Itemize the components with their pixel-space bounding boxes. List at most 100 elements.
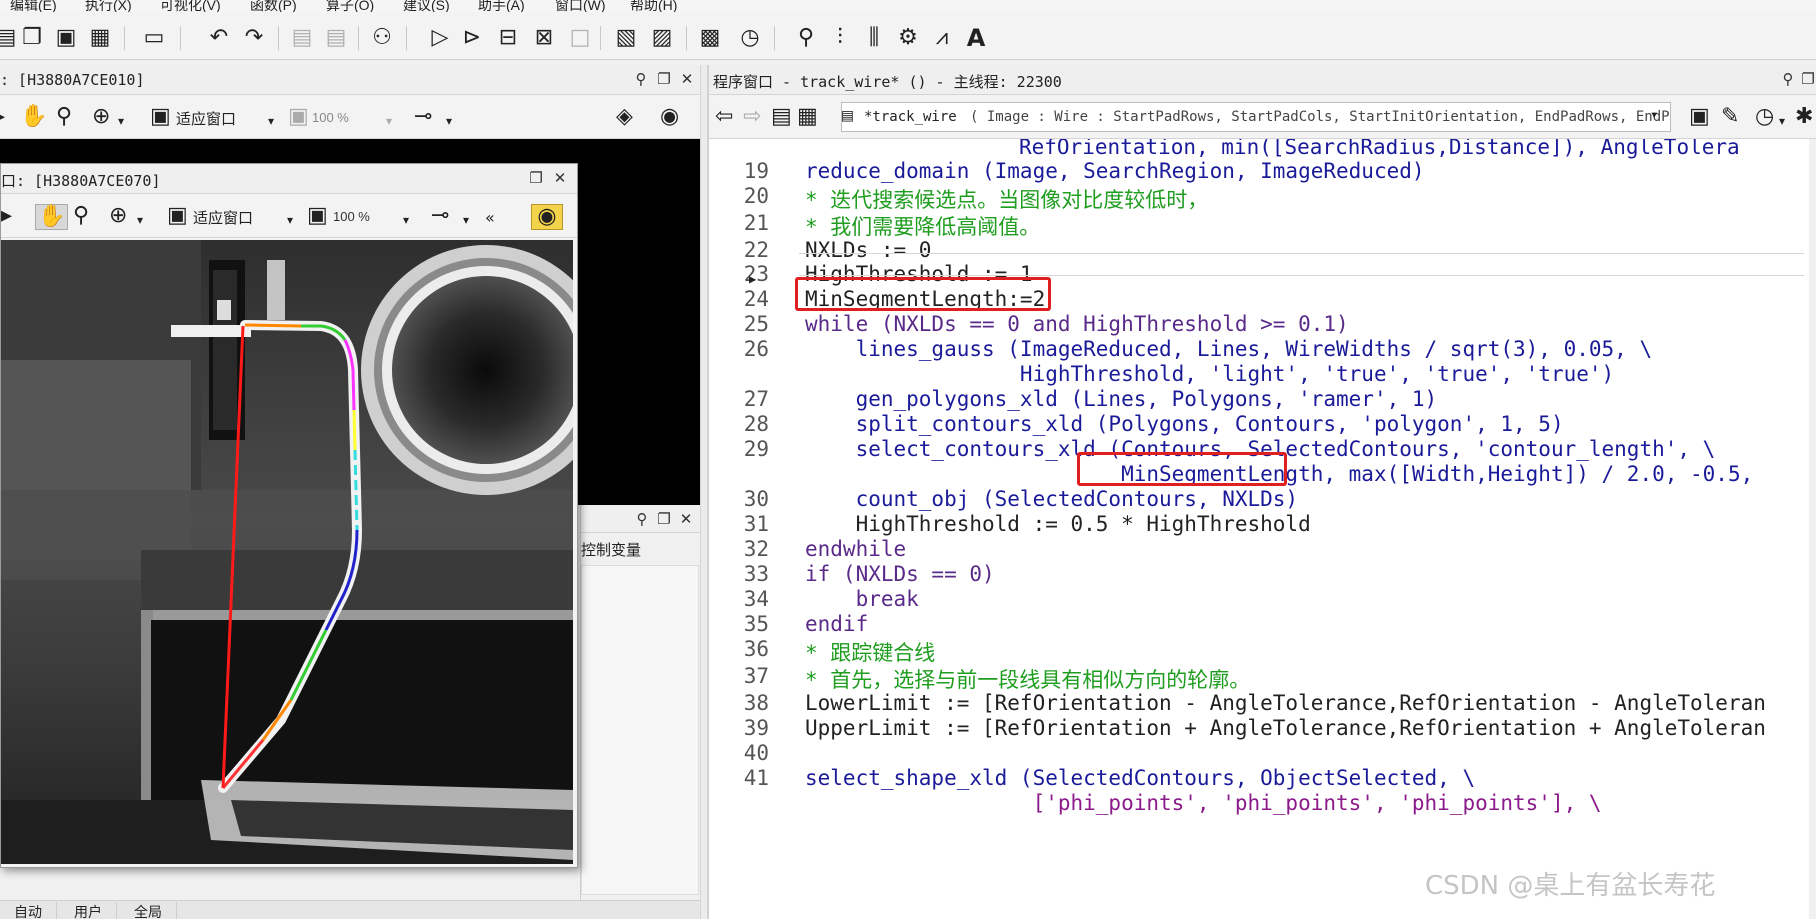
code-line[interactable]: while (NXLDs == 0 and HighThreshold >= 0… <box>805 312 1349 336</box>
menu-visualize[interactable]: 可视化(V) <box>160 0 221 12</box>
code-comment[interactable]: * 首先，选择与前一段线具有相似方向的轮廓。 <box>805 664 1250 694</box>
float-icon[interactable]: ❐ <box>655 510 673 528</box>
feature-icon[interactable]: ⩘ <box>928 24 956 52</box>
code-line[interactable]: endif <box>805 612 868 636</box>
hand-icon[interactable]: ✋ <box>35 204 69 230</box>
draw-icon[interactable]: ⊸ <box>414 105 432 129</box>
code-line[interactable]: LowerLimit := [RefOrientation - AngleTol… <box>805 691 1766 715</box>
menu-assistants[interactable]: 助手(A) <box>478 0 525 12</box>
chevron-down-icon[interactable]: ▾ <box>287 208 293 232</box>
back-icon[interactable]: ⇦ <box>715 105 733 129</box>
code-comment[interactable]: * 跟踪键合线 <box>805 637 935 667</box>
pin-icon[interactable]: ⚲ <box>633 510 651 528</box>
procedure-selector[interactable]: ▤ *track_wire ( Image : Wire : StartPadR… <box>841 102 1671 132</box>
chevron-down-icon[interactable]: ▾ <box>463 208 469 232</box>
code-line[interactable]: count_obj (SelectedContours, NXLDs) <box>805 487 1299 511</box>
code-line[interactable]: ['phi_points', 'phi_points', 'phi_points… <box>805 791 1602 815</box>
code-line[interactable]: lines_gauss (ImageReduced, Lines, WireWi… <box>805 337 1653 361</box>
zoom-in-icon[interactable]: ⊕ <box>92 105 110 129</box>
chevron-down-icon[interactable]: ▾ <box>1779 109 1785 133</box>
chevron-down-icon[interactable]: ▾ <box>1650 107 1658 123</box>
new-file-icon[interactable]: ▤ <box>0 24 20 52</box>
record-icon[interactable]: ▭ <box>140 24 168 52</box>
more-toolbar-icon[interactable]: « <box>485 206 495 230</box>
timer-icon[interactable]: ◷ <box>1755 105 1774 129</box>
zoom-icon[interactable]: ⚲ <box>56 105 72 129</box>
zoom-level-icon[interactable]: ▣ <box>288 105 309 129</box>
lightbulb-icon[interactable]: ◉ <box>660 105 679 129</box>
step-over-icon[interactable]: ⊳ <box>458 24 486 52</box>
open-file-icon[interactable]: ❐ <box>18 24 46 52</box>
code-scrollbar[interactable] <box>1809 139 1816 919</box>
code-line[interactable]: HighThreshold, 'light', 'true', 'true', … <box>805 362 1614 386</box>
image-canvas[interactable] <box>1 240 573 864</box>
lightbulb-icon[interactable]: ◉ <box>531 204 563 230</box>
pointer-icon[interactable]: ▸ <box>0 105 5 129</box>
close-icon[interactable]: ✕ <box>677 510 695 528</box>
pointer-icon[interactable]: ▸ <box>1 204 12 228</box>
hand-icon[interactable]: ✋ <box>20 105 47 129</box>
code-comment[interactable]: * 我们需要降低高阈值。 <box>805 211 1040 241</box>
tab-auto[interactable]: 自动 <box>0 902 57 919</box>
close-icon[interactable]: ✕ <box>551 169 569 187</box>
gray-histogram-icon[interactable]: ⚙ <box>894 24 922 52</box>
menu-edit[interactable]: 编辑(E) <box>10 0 57 12</box>
code-line[interactable]: break <box>805 587 919 611</box>
step-out-icon[interactable]: ⊠ <box>530 24 558 52</box>
save-all-icon[interactable]: ▦ <box>86 24 114 52</box>
layers-icon[interactable]: ◈ <box>616 105 633 129</box>
fit-window-icon[interactable]: ▣ <box>150 105 171 129</box>
code-line[interactable]: endwhile <box>805 537 906 561</box>
code-editor[interactable]: RefOrientation, min([SearchRadius,Distan… <box>709 139 1809 919</box>
find-icon[interactable]: ⚇ <box>368 24 396 52</box>
uncomment-icon[interactable]: ▤ <box>322 24 350 52</box>
chevron-down-icon[interactable]: ▾ <box>268 109 274 133</box>
zoom-level-icon[interactable]: ▣ <box>307 204 328 228</box>
code-line[interactable]: UpperLimit := [RefOrientation + AngleTol… <box>805 716 1766 740</box>
fit-window-label[interactable]: 适应窗口 <box>193 207 253 228</box>
zoom-in-icon[interactable]: ⊕ <box>109 204 127 228</box>
profiler-icon[interactable]: ▩ <box>696 24 724 52</box>
tab-user[interactable]: 用户 <box>60 902 117 919</box>
code-line[interactable]: reduce_domain (Image, SearchRegion, Imag… <box>805 159 1425 183</box>
save-procedure-icon[interactable]: ▣ <box>1689 105 1710 129</box>
float-icon[interactable]: ❐ <box>527 169 545 187</box>
zoom-icon[interactable]: ⚲ <box>792 24 820 52</box>
menu-suggestions[interactable]: 建议(S) <box>403 0 450 12</box>
ocr-icon[interactable]: A <box>962 24 990 52</box>
menu-window[interactable]: 窗口(W) <box>555 0 606 12</box>
code-line[interactable]: NXLDs := 0 <box>805 238 931 262</box>
float-icon[interactable]: ❐ <box>655 70 673 88</box>
chevron-down-icon[interactable]: ▾ <box>403 208 409 232</box>
menu-operators[interactable]: 算子(O) <box>326 0 374 12</box>
pane-splitter[interactable] <box>700 65 708 919</box>
line-profile-icon[interactable]: ⫼ <box>860 24 888 52</box>
stop-icon[interactable]: □ <box>566 24 594 52</box>
close-icon[interactable]: ✕ <box>678 70 696 88</box>
run-icon[interactable]: ▷ <box>426 24 454 52</box>
float-icon[interactable]: ❐ <box>1799 70 1816 88</box>
chevron-down-icon[interactable]: ▾ <box>137 208 143 232</box>
zoom-icon[interactable]: ⚲ <box>73 204 89 228</box>
draw-icon[interactable]: ⊸ <box>431 204 449 228</box>
grid-icon[interactable]: ▦ <box>797 105 818 129</box>
code-line[interactable]: split_contours_xld (Polygons, Contours, … <box>805 412 1564 436</box>
chevron-down-icon[interactable]: ▾ <box>386 109 392 133</box>
insert-icon[interactable]: ▧ <box>612 24 640 52</box>
pin-icon[interactable]: ⚲ <box>632 70 650 88</box>
timer-icon[interactable]: ◷ <box>736 24 764 52</box>
menu-execute[interactable]: 执行(X) <box>85 0 132 12</box>
tab-global[interactable]: 全局 <box>120 902 177 919</box>
procedure-list-icon[interactable]: ▤ <box>771 105 792 129</box>
code-line[interactable]: HighThreshold := 0.5 * HighThreshold <box>805 512 1311 536</box>
code-line[interactable]: select_shape_xld (SelectedContours, Obje… <box>805 766 1475 790</box>
menu-help[interactable]: 帮助(H) <box>630 0 677 12</box>
edit-icon[interactable]: ▨ <box>648 24 676 52</box>
fit-window-icon[interactable]: ▣ <box>167 204 188 228</box>
code-line[interactable]: if (NXLDs == 0) <box>805 562 995 586</box>
code-line[interactable]: gen_polygons_xld (Lines, Polygons, 'rame… <box>805 387 1438 411</box>
debug-icon[interactable]: ✱ <box>1795 105 1813 129</box>
forward-icon[interactable]: ⇨ <box>743 105 761 129</box>
undo-icon[interactable]: ↶ <box>205 24 233 52</box>
histogram-icon[interactable]: ⫶ <box>826 24 854 52</box>
